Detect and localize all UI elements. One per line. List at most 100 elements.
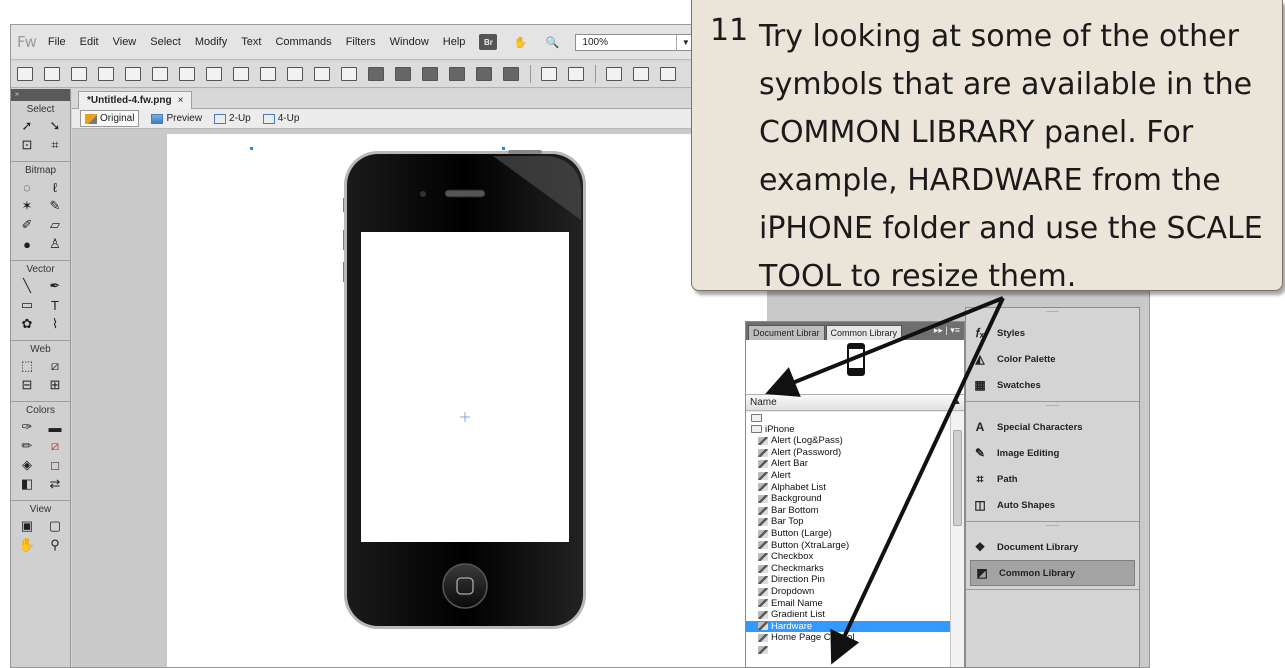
subselection-tool-icon[interactable]: ➘ bbox=[47, 118, 63, 134]
view-original-button[interactable]: Original bbox=[80, 110, 140, 127]
library-item[interactable]: Alert Bar bbox=[746, 458, 950, 470]
dock-group-grip[interactable]: ┄┄┄ bbox=[966, 308, 1139, 320]
flip-horizontal-icon[interactable] bbox=[660, 67, 676, 81]
view-2up-button[interactable]: 2-Up bbox=[214, 113, 251, 124]
import-icon[interactable] bbox=[98, 67, 114, 81]
library-item[interactable]: Bar Top bbox=[746, 516, 950, 528]
eyedropper-tool-icon[interactable]: ✑ bbox=[19, 419, 35, 435]
library-scrollbar[interactable] bbox=[950, 412, 964, 667]
new-file-icon[interactable] bbox=[17, 67, 33, 81]
dock-item-auto-shapes[interactable]: ◫ Auto Shapes bbox=[966, 492, 1139, 518]
bridge-icon[interactable]: Br bbox=[479, 34, 498, 50]
save-icon[interactable] bbox=[44, 67, 60, 81]
dock-item-document-library[interactable]: ❖ Document Library bbox=[966, 534, 1139, 560]
tools-panel-grip[interactable]: » bbox=[11, 89, 70, 101]
bring-forward-icon[interactable] bbox=[449, 67, 465, 81]
dock-item-path[interactable]: ⌗ Path bbox=[966, 466, 1139, 492]
default-colors-icon[interactable]: ◧ bbox=[19, 476, 35, 492]
cut-icon[interactable] bbox=[233, 67, 249, 81]
menu-window[interactable]: Window bbox=[390, 36, 429, 48]
menu-text[interactable]: Text bbox=[241, 36, 261, 48]
menu-view[interactable]: View bbox=[113, 36, 137, 48]
view-4up-button[interactable]: 4-Up bbox=[262, 113, 299, 124]
library-item[interactable]: Home Page Control bbox=[746, 632, 950, 644]
dock-item-color-palette[interactable]: ◭ Color Palette bbox=[966, 346, 1139, 372]
screen-mode-icon[interactable]: ▣ bbox=[19, 518, 35, 534]
library-item[interactable]: Background bbox=[746, 493, 950, 505]
hand-tool-icon[interactable]: ✋ bbox=[19, 537, 35, 553]
library-item[interactable]: Bar Bottom bbox=[746, 505, 950, 517]
library-item[interactable]: Checkbox bbox=[746, 551, 950, 563]
library-item[interactable]: Button (Large) bbox=[746, 528, 950, 540]
knife-tool-icon[interactable]: ⌇ bbox=[47, 316, 63, 332]
pointer-tool-icon[interactable]: ➚ bbox=[19, 118, 35, 134]
stroke-color-icon[interactable]: ✏ bbox=[19, 438, 35, 454]
library-item[interactable]: Alert (Password) bbox=[746, 447, 950, 459]
dock-item-image-editing[interactable]: ✎ Image Editing bbox=[966, 440, 1139, 466]
menu-edit[interactable]: Edit bbox=[80, 36, 99, 48]
panel-menu-icon[interactable]: ▸▸ | ▾≡ bbox=[934, 325, 960, 336]
library-item[interactable]: Checkmarks bbox=[746, 563, 950, 575]
fill-color-icon[interactable]: ◈ bbox=[19, 457, 35, 473]
view-preview-button[interactable]: Preview bbox=[151, 113, 202, 124]
open-icon[interactable] bbox=[71, 67, 87, 81]
send-backward-icon[interactable] bbox=[476, 67, 492, 81]
tab-document-library[interactable]: Document Librar bbox=[748, 325, 825, 340]
copy-icon[interactable] bbox=[260, 67, 276, 81]
menu-modify[interactable]: Modify bbox=[195, 36, 227, 48]
fill-swatch-icon[interactable]: □ bbox=[47, 457, 63, 473]
menu-commands[interactable]: Commands bbox=[275, 36, 331, 48]
align-icon[interactable] bbox=[568, 67, 584, 81]
distribute-icon[interactable] bbox=[541, 67, 557, 81]
library-item[interactable]: Alert bbox=[746, 470, 950, 482]
magic-wand-tool-icon[interactable]: ✶ bbox=[19, 198, 35, 214]
lasso-tool-icon[interactable]: ℓ bbox=[47, 179, 63, 195]
zoom-select[interactable]: 100% ▼ bbox=[575, 33, 696, 51]
brush-tool-icon[interactable]: ✎ bbox=[47, 198, 63, 214]
rectangle-tool-icon[interactable]: ▭ bbox=[19, 297, 35, 313]
library-item[interactable]: Dropdown bbox=[746, 586, 950, 598]
iphone-hardware-symbol[interactable] bbox=[343, 150, 587, 630]
close-icon[interactable]: × bbox=[178, 95, 184, 106]
dock-item-special-characters[interactable]: A Special Characters bbox=[966, 414, 1139, 440]
undo-icon[interactable] bbox=[179, 67, 195, 81]
dock-item-swatches[interactable]: ▦ Swatches bbox=[966, 372, 1139, 398]
flip-icon[interactable] bbox=[633, 67, 649, 81]
document-canvas[interactable] bbox=[167, 134, 767, 667]
dock-item-common-library[interactable]: ◩ Common Library bbox=[970, 560, 1135, 586]
library-item[interactable]: Email Name bbox=[746, 598, 950, 610]
group-icon[interactable] bbox=[314, 67, 330, 81]
scrollbar-thumb[interactable] bbox=[953, 430, 962, 526]
menu-help[interactable]: Help bbox=[443, 36, 466, 48]
hide-slices-icon[interactable]: ⊟ bbox=[19, 377, 35, 393]
library-item[interactable]: Button (XtraLarge) bbox=[746, 540, 950, 552]
text-tool-icon[interactable]: T bbox=[47, 297, 63, 313]
library-item[interactable]: Direction Pin bbox=[746, 574, 950, 586]
blur-tool-icon[interactable]: ● bbox=[19, 236, 35, 252]
pen-tool-icon[interactable]: ✒ bbox=[47, 278, 63, 294]
slice-tool-icon[interactable]: ⧄ bbox=[47, 358, 63, 374]
dock-item-styles[interactable]: 𝑓ₓ Styles bbox=[966, 320, 1139, 346]
dock-group-grip[interactable]: ┄┄┄ bbox=[966, 402, 1139, 414]
export-icon[interactable] bbox=[125, 67, 141, 81]
menu-select[interactable]: Select bbox=[150, 36, 181, 48]
rubber-stamp-tool-icon[interactable]: ♙ bbox=[47, 236, 63, 252]
marquee-tool-icon[interactable]: ◌ bbox=[19, 179, 35, 195]
library-item[interactable]: Hardware bbox=[746, 620, 950, 633]
join-icon[interactable] bbox=[368, 67, 384, 81]
bring-to-front-icon[interactable] bbox=[422, 67, 438, 81]
tab-common-library[interactable]: Common Library bbox=[825, 325, 903, 340]
paint-bucket-tool-icon[interactable]: ▬ bbox=[47, 419, 63, 435]
library-column-header[interactable]: Name ▲ bbox=[746, 395, 964, 411]
split-icon[interactable] bbox=[395, 67, 411, 81]
library-folder[interactable]: iPhone bbox=[746, 424, 950, 436]
swap-colors-icon[interactable]: ⇄ bbox=[47, 476, 63, 492]
sort-arrow-icon[interactable]: ▲ bbox=[954, 395, 961, 410]
library-item[interactable]: Alphabet List bbox=[746, 482, 950, 494]
eraser-tool-icon[interactable]: ▱ bbox=[47, 217, 63, 233]
selection-handle[interactable] bbox=[250, 147, 253, 150]
library-item[interactable] bbox=[746, 644, 950, 656]
library-item[interactable]: Gradient List bbox=[746, 609, 950, 621]
ungroup-icon[interactable] bbox=[341, 67, 357, 81]
crop-tool-icon[interactable]: ⌗ bbox=[47, 137, 63, 153]
